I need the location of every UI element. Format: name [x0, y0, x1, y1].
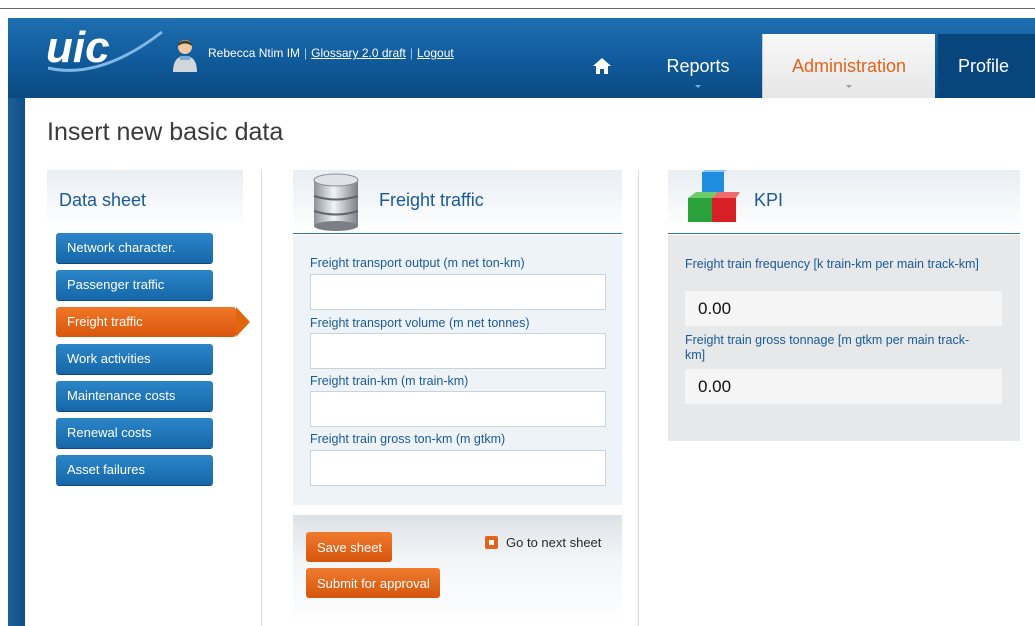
page-title: Insert new basic data — [47, 118, 284, 146]
main-content: Insert new basic data Data sheet Network… — [25, 98, 1035, 626]
form-header: Freight traffic — [293, 170, 622, 234]
sidebar-item-asset-failures[interactable]: Asset failures — [56, 455, 213, 485]
column-divider — [638, 170, 639, 626]
field-label-train-km: Freight train-km (m train-km) — [310, 374, 469, 388]
transport-output-input[interactable] — [310, 274, 606, 310]
kpi-header: KPI — [668, 170, 1020, 234]
field-label-transport-volume: Freight transport volume (m net tonnes) — [310, 316, 530, 330]
go-to-next-sheet-label: Go to next sheet — [506, 535, 602, 550]
kpi-panel: Freight train frequency [k train-km per … — [668, 235, 1020, 441]
gross-ton-km-input[interactable] — [310, 450, 606, 486]
user-name: Rebecca Ntim IM — [208, 46, 301, 60]
go-to-next-sheet-link[interactable]: Go to next sheet — [485, 535, 601, 550]
sidebar-item-maintenance-costs[interactable]: Maintenance costs — [56, 381, 213, 411]
sidebar-item-work-activities[interactable]: Work activities — [56, 344, 213, 374]
tab-reports[interactable]: Reports — [628, 34, 768, 98]
tab-profile-label: Profile — [958, 55, 1010, 76]
user-bar: Rebecca Ntim IM | Glossary 2.0 draft | Logou… — [208, 46, 454, 60]
header: uic Rebecca Ntim IM | Glossary 2.0 draft | L… — [8, 18, 1035, 98]
field-label-transport-output: Freight transport output (m net ton-km) — [310, 256, 525, 270]
separator: | — [409, 46, 413, 60]
sidebar-item-freight-traffic[interactable]: Freight traffic — [56, 307, 250, 337]
submit-for-approval-button[interactable]: Submit for approval — [306, 568, 440, 598]
sidebar-item-passenger-traffic[interactable]: Passenger traffic — [56, 270, 213, 300]
database-icon — [313, 173, 359, 231]
tab-administration[interactable]: Administration — [762, 34, 935, 98]
home-icon[interactable] — [592, 56, 612, 76]
separator: | — [304, 46, 308, 60]
transport-volume-input[interactable] — [310, 333, 606, 369]
svg-text:uic: uic — [46, 23, 110, 72]
kpi-value-train-frequency: 0.00 — [685, 291, 1002, 326]
tab-profile[interactable]: Profile — [938, 34, 1035, 98]
cubes-icon — [688, 170, 740, 222]
chevron-down-icon — [695, 85, 701, 88]
save-sheet-button[interactable]: Save sheet — [306, 532, 393, 562]
train-km-input[interactable] — [310, 391, 606, 427]
sidebar-item-network-character[interactable]: Network character. — [56, 233, 213, 263]
glossary-link[interactable]: Glossary 2.0 draft — [311, 46, 406, 60]
logout-link[interactable]: Logout — [417, 46, 454, 60]
uic-logo[interactable]: uic — [40, 22, 170, 78]
kpi-label-gross-tonnage: Freight train gross tonnage [m gtkm per … — [685, 333, 970, 362]
kpi-value-gross-tonnage: 0.00 — [685, 369, 1002, 404]
tab-administration-label: Administration — [791, 55, 907, 76]
column-divider — [261, 170, 262, 626]
user-avatar-icon — [173, 40, 197, 72]
sidebar-heading: Data sheet — [47, 170, 243, 226]
kpi-heading: KPI — [754, 190, 784, 210]
tab-reports-label: Reports — [666, 55, 730, 76]
form-heading: Freight traffic — [379, 190, 484, 210]
form-footer: Save sheet Submit for approval Go to nex… — [293, 515, 622, 626]
sidebar-item-renewal-costs[interactable]: Renewal costs — [56, 418, 213, 448]
arrow-right-icon — [485, 536, 498, 549]
chevron-down-icon — [846, 85, 852, 88]
field-label-gross-ton-km: Freight train gross ton-km (m gtkm) — [310, 432, 506, 446]
kpi-label-train-frequency: Freight train frequency [k train-km per … — [685, 257, 979, 271]
top-border — [0, 0, 1035, 9]
form-panel: Freight transport output (m net ton-km) … — [293, 235, 622, 505]
left-edge-strip — [8, 98, 25, 626]
app-frame: uic Rebecca Ntim IM | Glossary 2.0 draft | L… — [8, 18, 1035, 626]
